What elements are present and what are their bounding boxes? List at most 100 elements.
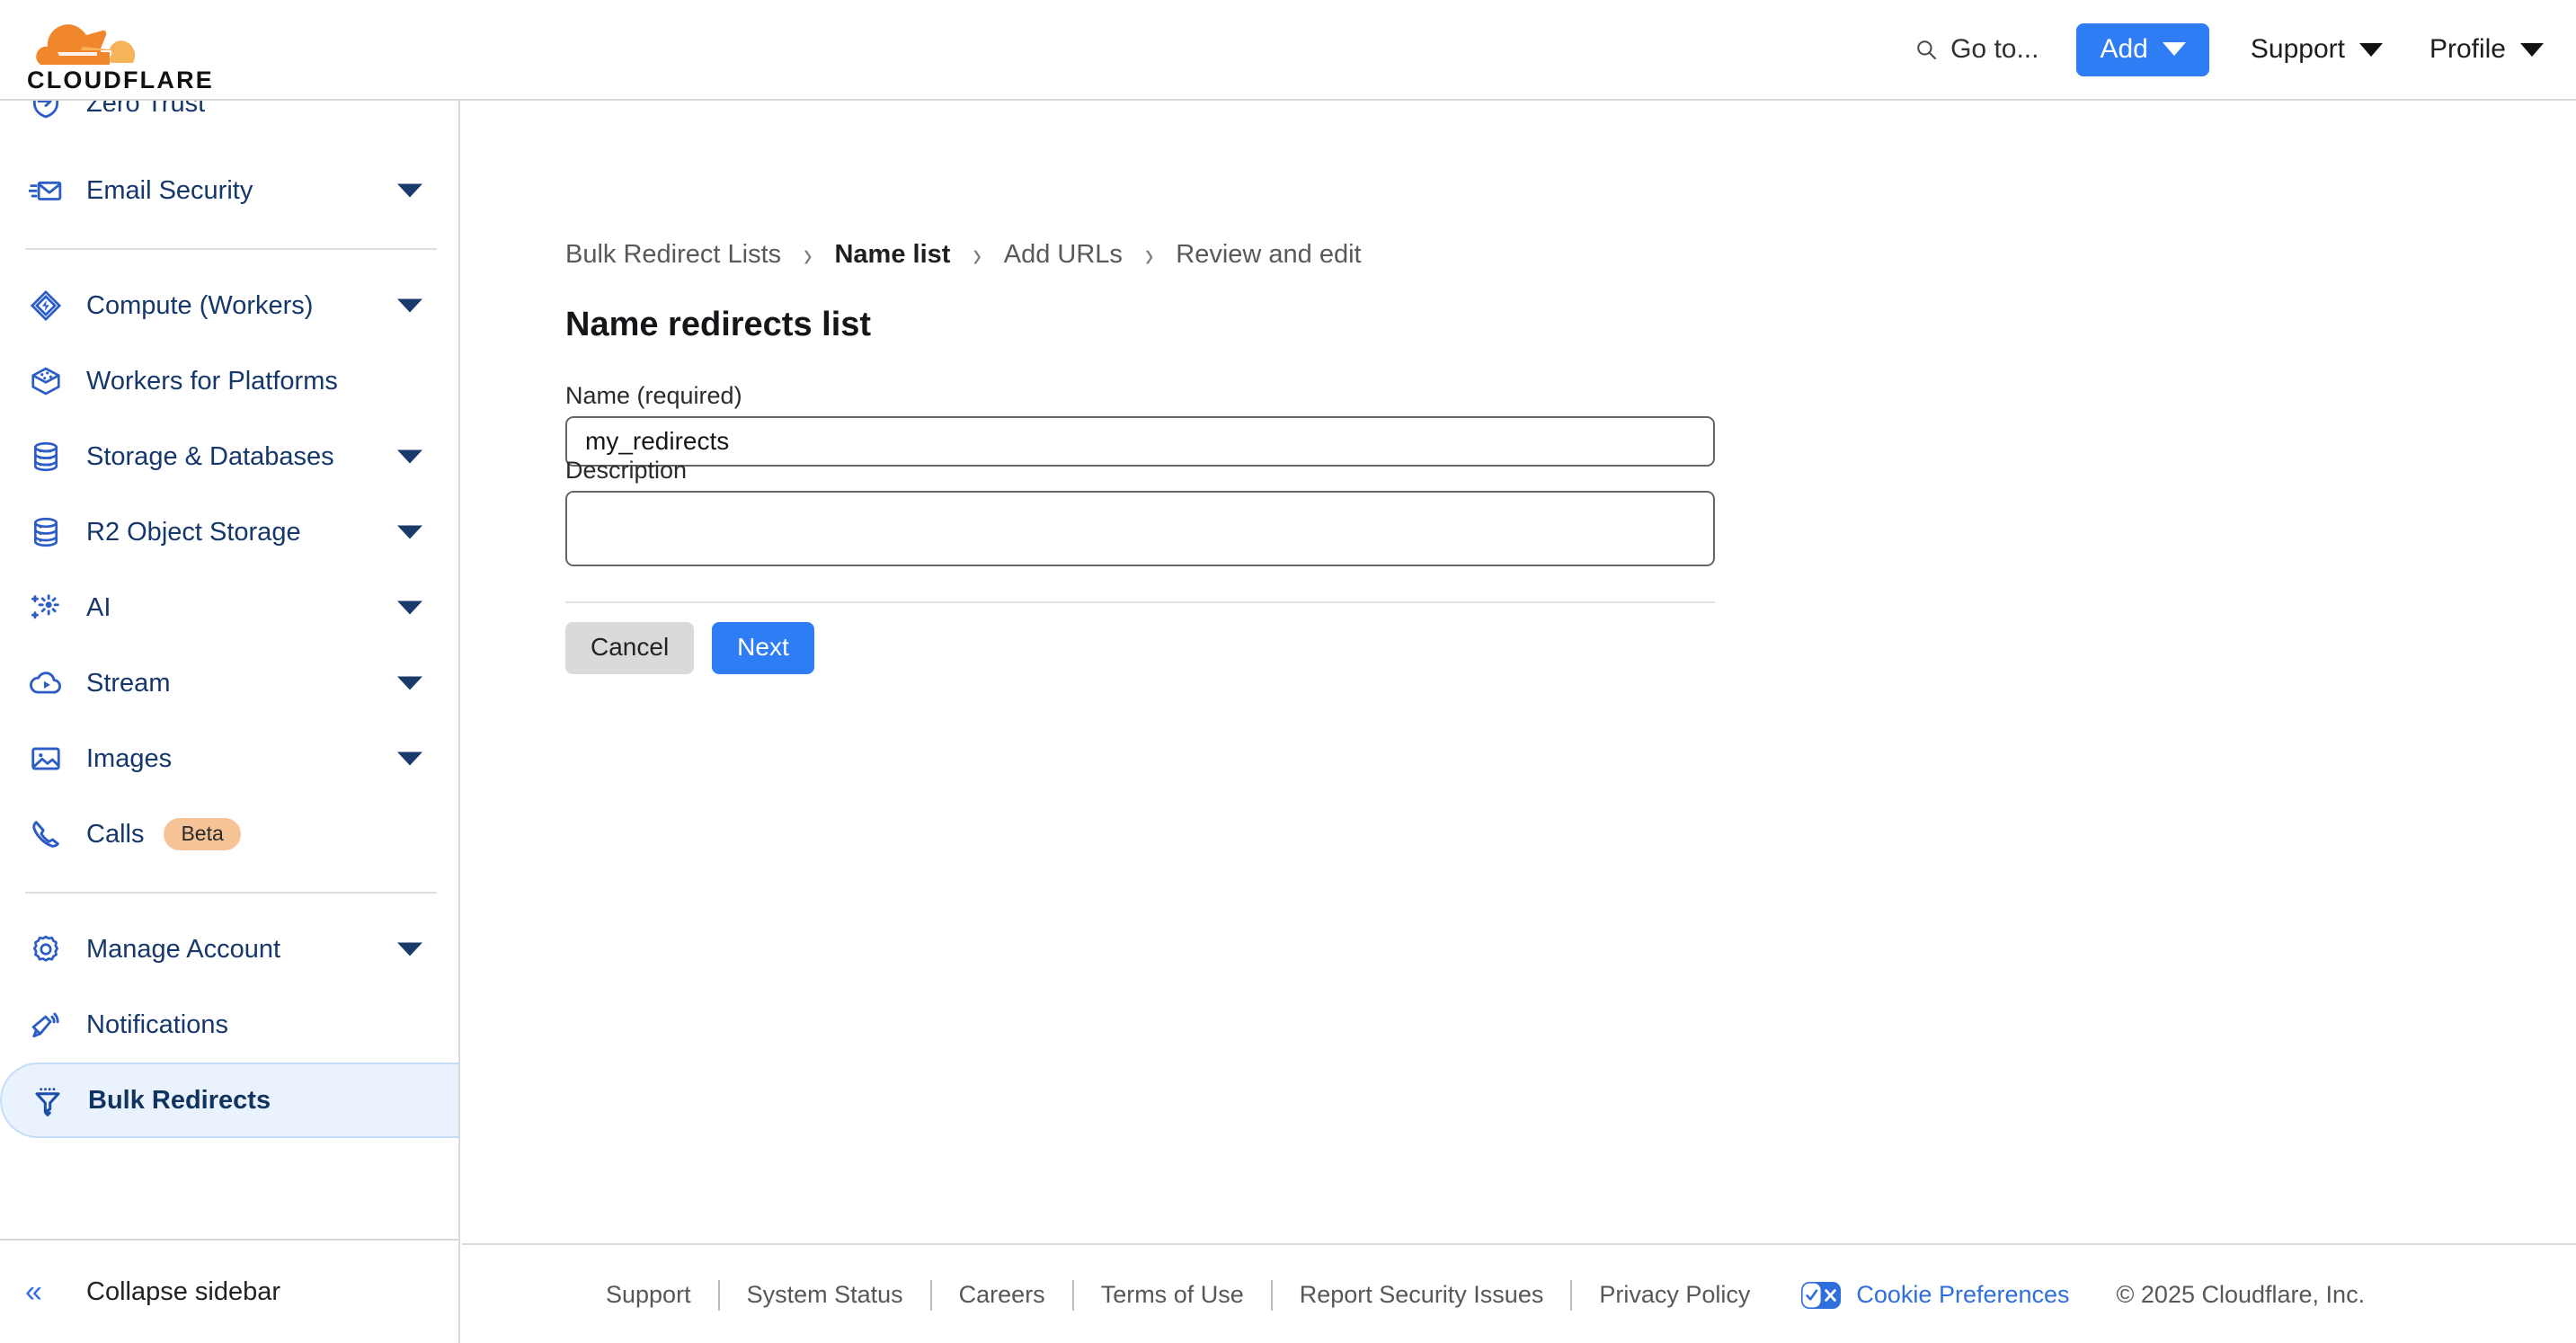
sidebar-item-label: Stream (86, 668, 171, 698)
sidebar-item-label: R2 Object Storage (86, 517, 301, 547)
sidebar-item-r2-object-storage[interactable]: R2 Object Storage (0, 494, 458, 570)
footer-separator (1270, 1279, 1273, 1311)
sidebar-item-images[interactable]: Images (0, 721, 458, 796)
status-badge: Beta (164, 818, 241, 850)
breadcrumb-item-review-and-edit[interactable]: Review and edit (1176, 240, 1361, 270)
profile-label: Profile (2429, 34, 2506, 64)
breadcrumb-separator-icon: › (804, 235, 813, 273)
sidebar-item-ai[interactable]: AI (0, 570, 458, 645)
search-icon (1914, 38, 1938, 61)
chevron-down-icon[interactable] (397, 752, 422, 766)
copyright-text: © 2025 Cloudflare, Inc. (2116, 1281, 2366, 1308)
cookie-preferences-button[interactable]: Cookie Preferences (1800, 1280, 2070, 1311)
goto-search[interactable]: Go to... (1902, 27, 2051, 72)
envelope-icon (27, 172, 65, 209)
name-input[interactable] (565, 416, 1715, 467)
sidebar-scroll-area[interactable]: Zero Trust Email Security Compute (Worke… (0, 101, 458, 1241)
add-button[interactable]: Add (2076, 22, 2209, 76)
breadcrumb-separator-icon: › (1144, 235, 1154, 273)
description-input[interactable] (565, 491, 1715, 566)
sidebar-item-workers-for-platforms[interactable]: Workers for Platforms (0, 343, 458, 419)
database-icon (27, 513, 65, 551)
breadcrumb-separator-icon: › (973, 235, 982, 273)
chevron-down-icon[interactable] (397, 183, 422, 198)
support-menu[interactable]: Support (2245, 27, 2388, 72)
sidebar-item-zero-trust[interactable]: Zero Trust (0, 101, 458, 129)
goto-label: Go to... (1950, 34, 2039, 64)
cookie-preferences-label: Cookie Preferences (1856, 1281, 2070, 1308)
sparkle-icon (27, 589, 65, 627)
chevron-down-icon (2162, 42, 2186, 56)
next-button[interactable]: Next (712, 622, 814, 674)
chevron-down-icon[interactable] (397, 298, 422, 313)
description-field-label: Description (565, 457, 688, 484)
chevron-down-icon[interactable] (397, 676, 422, 690)
sidebar-item-label: Zero Trust (86, 101, 206, 118)
chevron-down-icon[interactable] (397, 449, 422, 464)
chevron-down-icon (2520, 42, 2544, 57)
footer-link-support[interactable]: Support (606, 1281, 691, 1309)
sidebar-item-manage-account[interactable]: Manage Account (0, 912, 458, 987)
gear-icon (27, 930, 65, 968)
sidebar-item-storage-databases[interactable]: Storage & Databases (0, 419, 458, 494)
sidebar-item-label: Calls (86, 819, 145, 849)
footer-separator (1570, 1279, 1573, 1311)
footer-separator (1071, 1279, 1074, 1311)
sidebar-item-stream[interactable]: Stream (0, 645, 458, 721)
form-actions: Cancel Next (565, 622, 814, 674)
sidebar-item-label: Storage & Databases (86, 441, 334, 471)
phone-icon (27, 815, 65, 853)
cloudflare-logo[interactable]: CLOUDFLARE (23, 5, 230, 95)
breadcrumb-item-add-urls[interactable]: Add URLs (1004, 240, 1123, 270)
sidebar: Zero Trust Email Security Compute (Worke… (0, 101, 460, 1343)
sidebar-item-label: Images (86, 743, 173, 773)
sidebar-item-compute-workers[interactable]: Compute (Workers) (0, 268, 458, 343)
image-icon (27, 740, 65, 778)
funnel-icon (29, 1081, 67, 1119)
breadcrumb-item-bulk-redirect-lists[interactable]: Bulk Redirect Lists (565, 240, 781, 270)
footer-separator (929, 1279, 932, 1311)
main-content: Bulk Redirect Lists › Name list › Add UR… (462, 101, 2576, 1245)
cloud-play-icon (27, 664, 65, 702)
cloudflare-dashboard: CLOUDFLARE Go to... Add Support Profile … (0, 0, 2576, 1343)
sidebar-divider (25, 248, 437, 250)
footer: Support System Status Careers Terms of U… (462, 1247, 2576, 1343)
footer-link-report-security-issues[interactable]: Report Security Issues (1300, 1281, 1544, 1309)
sidebar-item-calls[interactable]: Calls Beta (0, 796, 458, 872)
sidebar-item-label: Bulk Redirects (88, 1085, 271, 1115)
chevron-down-icon[interactable] (397, 525, 422, 539)
footer-link-system-status[interactable]: System Status (747, 1281, 903, 1309)
breadcrumb: Bulk Redirect Lists › Name list › Add UR… (565, 236, 1362, 273)
breadcrumb-item-name-list[interactable]: Name list (834, 240, 950, 270)
profile-menu[interactable]: Profile (2424, 27, 2549, 72)
chevron-down-icon[interactable] (397, 942, 422, 956)
chevron-down-icon[interactable] (397, 600, 422, 615)
cancel-button[interactable]: Cancel (565, 622, 695, 674)
sidebar-item-notifications[interactable]: Notifications (0, 987, 458, 1063)
collapse-sidebar-button[interactable]: « Collapse sidebar (0, 1241, 458, 1343)
collapse-sidebar-label: Collapse sidebar (86, 1276, 281, 1306)
sidebar-item-label: Compute (Workers) (86, 290, 314, 320)
top-header: CLOUDFLARE Go to... Add Support Profile (0, 0, 2576, 101)
header-actions: Go to... Add Support Profile (1902, 0, 2549, 99)
megaphone-icon (27, 1006, 65, 1044)
footer-link-careers[interactable]: Careers (959, 1281, 1045, 1309)
shield-arrow-icon (27, 101, 65, 122)
footer-separator (717, 1279, 720, 1311)
chevron-down-icon (2358, 42, 2383, 57)
sidebar-item-label: Workers for Platforms (86, 366, 338, 396)
footer-link-privacy-policy[interactable]: Privacy Policy (1599, 1281, 1750, 1309)
sidebar-item-email-security[interactable]: Email Security (0, 153, 458, 228)
footer-link-terms-of-use[interactable]: Terms of Use (1101, 1281, 1244, 1309)
chevron-double-left-icon: « (25, 1274, 42, 1309)
cloudflare-logo-icon: CLOUDFLARE (27, 24, 212, 93)
sidebar-divider (25, 892, 437, 894)
sidebar-item-label: AI (86, 592, 111, 622)
add-label: Add (2100, 33, 2148, 64)
page-title: Name redirects list (565, 306, 872, 343)
sidebar-item-bulk-redirects[interactable]: Bulk Redirects (0, 1063, 458, 1138)
database-list-icon (27, 438, 65, 476)
sidebar-item-label: Notifications (86, 1009, 228, 1039)
box-icon (27, 362, 65, 400)
